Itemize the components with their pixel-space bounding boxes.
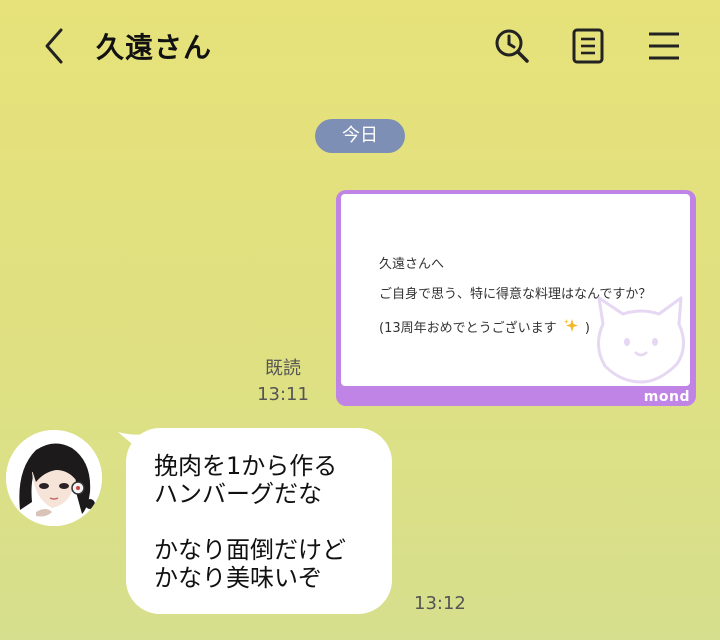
message-line-blank [154,508,346,536]
menu-button[interactable] [640,22,688,70]
message-line: 挽肉を1から作る [154,452,338,480]
search-button[interactable] [488,22,536,70]
card-line-1: 久遠さんへ [379,257,445,272]
card-line-3: (13周年おめでとうございます ) [379,318,590,338]
notes-icon [572,28,604,64]
search-icon [495,29,529,63]
card-line-3-text: (13周年おめでとうございます [379,321,557,336]
received-message-bubble[interactable]: 挽肉を1から作る ハンバーグだな かなり面倒だけど かなり美味いぞ [126,428,392,614]
sent-time: 13:11 [257,384,309,405]
card-content: 久遠さんへ ご自身で思う、特に得意な料理はなんですか？ (13周年おめでとうござ… [341,194,690,386]
read-label: 既読 [265,358,301,379]
message-line: ハンバーグだな [154,480,322,508]
card-brand-logo: mond [643,389,690,405]
chat-title: 久遠さん [96,31,213,64]
notes-button[interactable] [564,22,612,70]
avatar[interactable] [6,430,102,526]
menu-icon [649,32,679,60]
cat-watermark-icon [597,296,685,384]
sparkles-icon [563,319,578,332]
avatar-image [6,430,102,526]
message-line: かなり面倒だけど [154,536,346,564]
message-line: かなり美味いぞ [154,564,322,592]
back-button[interactable] [30,22,78,70]
chat-header: 久遠さん [0,0,720,96]
date-separator: 今日 [315,119,405,153]
card-line-3-end: ) [584,321,590,336]
chevron-left-icon [45,28,63,64]
read-status: 既読 13:11 [248,356,318,408]
sent-image-card[interactable]: 久遠さんへ ご自身で思う、特に得意な料理はなんですか？ (13周年おめでとうござ… [336,190,696,406]
received-time: 13:12 [414,593,466,614]
received-message-text: 挽肉を1から作る ハンバーグだな かなり面倒だけど かなり美味いぞ [154,452,346,592]
